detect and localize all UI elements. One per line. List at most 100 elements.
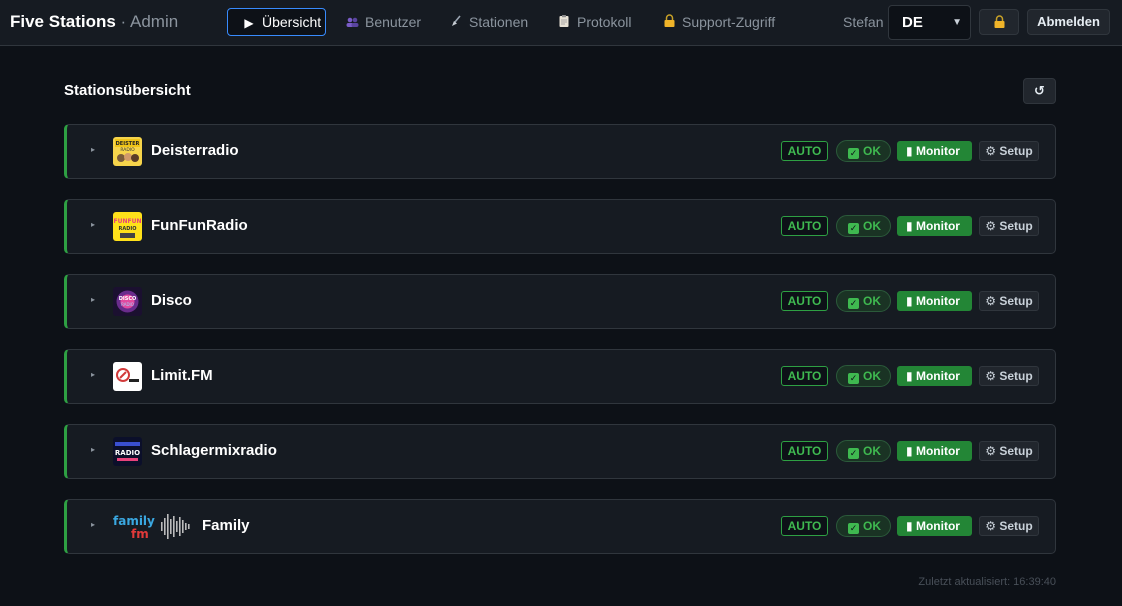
monitor-button[interactable]: ▮ Monitor [897,216,972,236]
gear-icon: ⚙ [985,144,997,158]
nav-tab-label: Stationen [469,14,529,30]
broom-icon [449,10,463,36]
microphone-icon: ▮ [906,219,913,233]
microphone-icon: ▮ [906,369,913,383]
language-value: DE [902,14,923,31]
setup-button[interactable]: ⚙ Setup [979,366,1039,386]
clipboard-icon [557,10,571,36]
disco-logo: DISCO RADIO [113,287,142,316]
chevron-down-icon: ▼ [952,17,962,28]
station-row-family[interactable]: ▸ family fm Family AUTO ✓ OK ▮ Monitor ⚙ … [64,499,1056,554]
limitfm-logo [113,362,142,391]
svg-text:family: family [113,514,155,528]
lock-icon [994,15,1005,29]
station-name: Schlagermixradio [151,442,277,459]
station-name: Limit.FM [151,367,213,384]
check-icon: ✓ [848,373,859,384]
brand-name: Five Stations [10,12,116,31]
expand-caret-icon[interactable]: ▸ [91,145,95,154]
station-name: FunFunRadio [151,217,248,234]
nav-tab-protokoll[interactable]: Protokoll [542,8,646,36]
check-icon: ✓ [848,148,859,159]
check-icon: ✓ [848,223,859,234]
expand-caret-icon[interactable]: ▸ [91,445,95,454]
gear-icon: ⚙ [985,519,997,533]
users-icon [345,10,359,36]
monitor-button[interactable]: ▮ Monitor [897,291,972,311]
nav-tab-label: Support-Zugriff [682,14,776,30]
monitor-label: Monitor [915,144,960,158]
monitor-button[interactable]: ▮ Monitor [897,516,972,536]
check-icon: ✓ [848,298,859,309]
top-navigation-bar: Five Stations · Admin ▶ Übersicht Benutze… [0,0,1122,46]
setup-button[interactable]: ⚙ Setup [979,141,1039,161]
auto-badge: AUTO [781,141,828,161]
nav-tab-uebersicht[interactable]: ▶ Übersicht [227,8,326,36]
lock-icon [662,10,676,36]
play-icon: ▶ [244,16,254,30]
expand-caret-icon[interactable]: ▸ [91,220,95,229]
station-name: Family [202,517,250,534]
setup-label: Setup [999,144,1033,158]
status-text: OK [863,144,881,158]
setup-label: Setup [999,294,1033,308]
check-icon: ✓ [848,448,859,459]
station-name: Deisterradio [151,142,239,159]
expand-caret-icon[interactable]: ▸ [91,295,95,304]
nav-tab-label: Benutzer [365,14,422,30]
funfunradio-logo: FUNFUN RADIO [113,212,142,241]
refresh-button[interactable]: ↺ [1023,78,1056,104]
status-badge: ✓ OK [836,290,891,312]
station-row-deisterradio[interactable]: ▸ DEISTER RADIO Deisterradio AUTO ✓ OK ▮ M… [64,124,1056,179]
check-icon: ✓ [848,523,859,534]
setup-button[interactable]: ⚙ Setup [979,441,1039,461]
station-row-schlagermixradio[interactable]: ▸ RADIO Schlagermixradio AUTO ✓ OK ▮ Moni… [64,424,1056,479]
status-badge: ✓ OK [836,515,891,537]
monitor-button[interactable]: ▮ Monitor [897,366,972,386]
page-title: Stationsübersicht [64,82,191,99]
microphone-icon: ▮ [906,444,913,458]
svg-text:RADIO: RADIO [121,302,134,307]
setup-button[interactable]: ⚙ Setup [979,516,1039,536]
svg-text:RADIO: RADIO [119,226,137,232]
auto-badge: AUTO [781,516,828,536]
deisterradio-logo: DEISTER RADIO [113,137,142,166]
brand-subtitle: · Admin [120,12,179,31]
familyfm-logo: family fm [113,512,193,541]
svg-text:DEISTER: DEISTER [116,141,140,147]
gear-icon: ⚙ [985,369,997,383]
nav-tab-label: Übersicht [262,14,322,30]
setup-label: Setup [999,219,1033,233]
logout-button[interactable]: Abmelden [1027,9,1110,35]
nav-tab-stationen[interactable]: Stationen [434,8,543,36]
station-row-disco[interactable]: ▸ DISCO RADIO Disco AUTO ✓ OK ▮ Monitor ⚙ … [64,274,1056,329]
setup-label: Setup [999,369,1033,383]
monitor-label: Monitor [915,219,960,233]
svg-text:RADIO: RADIO [120,147,135,153]
microphone-icon: ▮ [906,519,913,533]
expand-caret-icon[interactable]: ▸ [91,370,95,379]
nav-tab-support-zugriff[interactable]: Support-Zugriff [647,8,790,36]
monitor-label: Monitor [915,519,960,533]
setup-button[interactable]: ⚙ Setup [979,216,1039,236]
status-badge: ✓ OK [836,440,891,462]
monitor-label: Monitor [915,294,960,308]
monitor-label: Monitor [915,444,960,458]
expand-caret-icon[interactable]: ▸ [91,520,95,529]
microphone-icon: ▮ [906,294,913,308]
language-select[interactable]: DE ▼ [888,5,971,40]
setup-button[interactable]: ⚙ Setup [979,291,1039,311]
status-text: OK [863,294,881,308]
station-row-funfunradio[interactable]: ▸ FUNFUN RADIO FunFunRadio AUTO ✓ OK ▮ Mon… [64,199,1056,254]
refresh-icon: ↺ [1034,83,1045,98]
nav-tab-benutzer[interactable]: Benutzer [330,8,436,36]
status-text: OK [863,444,881,458]
gear-icon: ⚙ [985,444,997,458]
auto-badge: AUTO [781,216,828,236]
svg-text:RADIO: RADIO [115,449,140,457]
lock-button[interactable] [979,9,1019,35]
monitor-button[interactable]: ▮ Monitor [897,141,972,161]
monitor-button[interactable]: ▮ Monitor [897,441,972,461]
station-row-limitfm[interactable]: ▸ Limit.FM AUTO ✓ OK ▮ Monitor ⚙ Setup [64,349,1056,404]
status-text: OK [863,369,881,383]
